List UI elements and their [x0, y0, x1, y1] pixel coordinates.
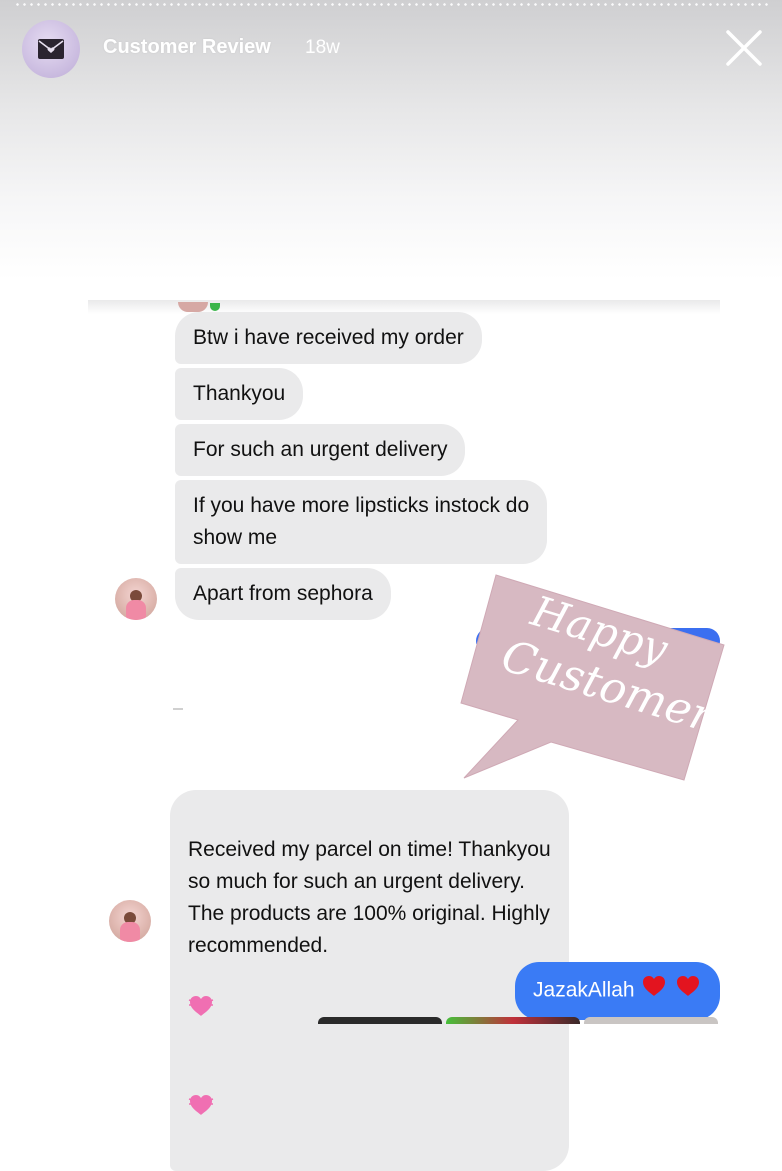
photo-thumbnail[interactable]: [318, 1017, 442, 1024]
photo-thumbnail[interactable]: [584, 1017, 718, 1024]
sender-avatar: [109, 900, 151, 942]
message-bubble: If you have more lipsticks instock do sh…: [175, 480, 548, 564]
sent-message-bubble: JazakAllah: [515, 962, 720, 1020]
review-message-text: Received my parcel on time! Thankyou so …: [188, 838, 551, 957]
avatar-figure-body: [126, 600, 146, 620]
story-progress-bar: [14, 3, 768, 6]
sent-message-text: JazakAllah: [533, 978, 635, 1002]
pink-heart-icon: [188, 996, 214, 1023]
happy-customer-sticker: Happy Customer: [456, 570, 728, 790]
pink-heart-icon: [188, 1094, 214, 1122]
close-icon: [726, 30, 762, 66]
story-age: 18w: [305, 37, 340, 58]
message-bubble: Thankyou: [175, 368, 304, 420]
red-heart-icon: [640, 976, 674, 1003]
envelope-heart-icon: [38, 39, 64, 59]
story-header: Customer Review 18w: [0, 18, 782, 80]
avatar-figure-body: [120, 922, 140, 942]
close-button[interactable]: [722, 26, 766, 70]
message-bubble: Apart from sephora: [175, 568, 391, 620]
photo-thumbnail[interactable]: [446, 1017, 580, 1024]
story-title[interactable]: Customer Review: [103, 36, 271, 59]
profile-avatar[interactable]: [22, 20, 80, 78]
sender-avatar: [115, 578, 157, 620]
red-heart-icon: [674, 976, 702, 1003]
message-bubble: Btw i have received my order: [175, 312, 482, 364]
message-bubble: For such an urgent delivery: [175, 424, 466, 476]
divider-dash: [173, 708, 183, 710]
review-message-bubble: Received my parcel on time! Thankyou so …: [170, 790, 569, 1171]
